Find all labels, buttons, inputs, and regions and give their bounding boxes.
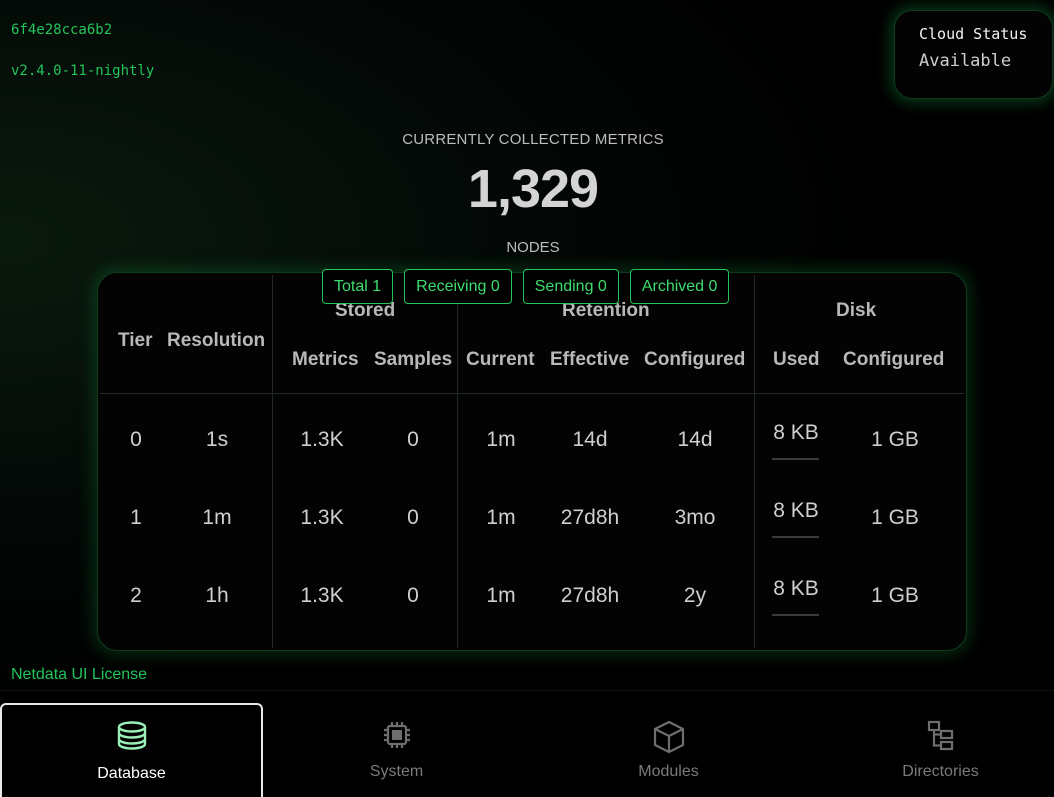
nav-tab-modules[interactable]: Modules	[537, 691, 800, 797]
nav-label-database: Database	[97, 765, 166, 782]
cloud-status-card: Cloud Status Available	[894, 10, 1053, 99]
table-divider	[272, 275, 273, 648]
header-metrics: Metrics	[292, 349, 359, 370]
database-icon	[116, 721, 148, 756]
cell-resolution: 1s	[205, 428, 229, 451]
header-effective: Effective	[550, 349, 630, 370]
header-current: Current	[466, 349, 535, 370]
cell-resolution: 1m	[202, 506, 232, 529]
header-disk-configured: Configured	[843, 349, 945, 370]
cell-current: 1m	[486, 584, 516, 607]
metrics-count: 1,329	[467, 159, 599, 219]
bottom-nav: Database System Modules Directories	[0, 690, 1054, 797]
nodes-total-pill[interactable]: Total 1	[322, 269, 394, 304]
table-divider	[457, 275, 458, 648]
cell-metrics: 1.3K	[300, 506, 344, 529]
cell-disk-configured: 1 GB	[871, 428, 919, 451]
build-hash: 6f4e28cca6b2	[11, 22, 113, 38]
cell-metrics: 1.3K	[300, 584, 344, 607]
nav-tab-directories[interactable]: Directories	[809, 691, 1054, 797]
disk-usage-bar	[772, 614, 819, 616]
cell-effective: 27d8h	[560, 584, 620, 607]
nodes-caption: NODES	[506, 239, 560, 256]
cell-disk-used: 8 KB	[773, 577, 819, 600]
tiers-table: Tier Resolution Stored Retention Disk Me…	[97, 272, 967, 651]
cell-metrics: 1.3K	[300, 428, 344, 451]
cell-disk-configured: 1 GB	[871, 584, 919, 607]
cell-resolution: 1h	[205, 584, 229, 607]
cell-configured: 3mo	[674, 506, 716, 529]
node-status-pills: Total 1 Receiving 0 Sending 0 Archived 0	[322, 269, 730, 304]
license-link[interactable]: Netdata UI License	[11, 666, 147, 684]
cell-current: 1m	[486, 506, 516, 529]
disk-usage-bar	[772, 458, 819, 460]
cell-disk-used: 8 KB	[773, 421, 819, 444]
chip-icon	[381, 719, 413, 756]
nav-label-modules: Modules	[638, 763, 699, 780]
nav-tab-system[interactable]: System	[265, 691, 528, 797]
header-resolution: Resolution	[167, 330, 266, 351]
cell-disk-configured: 1 GB	[871, 506, 919, 529]
nav-label-directories: Directories	[902, 763, 979, 780]
header-used: Used	[773, 349, 820, 370]
cell-effective: 27d8h	[560, 506, 620, 529]
nav-label-system: System	[369, 763, 424, 780]
nav-tab-database[interactable]: Database	[0, 703, 263, 797]
cell-effective: 14d	[572, 428, 608, 451]
table-header-divider	[100, 393, 964, 394]
cube-icon	[651, 719, 687, 760]
cell-samples: 0	[407, 428, 419, 451]
nodes-archived-pill[interactable]: Archived 0	[629, 269, 730, 304]
folder-tree-icon	[926, 719, 956, 756]
cell-samples: 0	[407, 584, 419, 607]
header-samples: Samples	[374, 349, 453, 370]
version-label: v2.4.0-11-nightly	[11, 63, 155, 79]
cell-tier: 0	[130, 428, 142, 451]
cell-current: 1m	[486, 428, 516, 451]
cloud-status-value: Available	[919, 51, 1012, 71]
cell-configured: 14d	[677, 428, 713, 451]
cell-configured: 2y	[683, 584, 707, 607]
header-disk: Disk	[836, 300, 877, 321]
nodes-receiving-pill[interactable]: Receiving 0	[404, 269, 512, 304]
cloud-status-title: Cloud Status	[919, 25, 1028, 43]
cell-tier: 2	[130, 584, 142, 607]
table-divider	[754, 275, 755, 648]
header-tier: Tier	[118, 330, 153, 351]
cell-tier: 1	[130, 506, 142, 529]
header-configured: Configured	[644, 349, 746, 370]
nodes-sending-pill[interactable]: Sending 0	[522, 269, 619, 304]
disk-usage-bar	[772, 536, 819, 538]
metrics-caption: CURRENTLY COLLECTED METRICS	[402, 131, 664, 148]
cell-disk-used: 8 KB	[773, 499, 819, 522]
cell-samples: 0	[407, 506, 419, 529]
